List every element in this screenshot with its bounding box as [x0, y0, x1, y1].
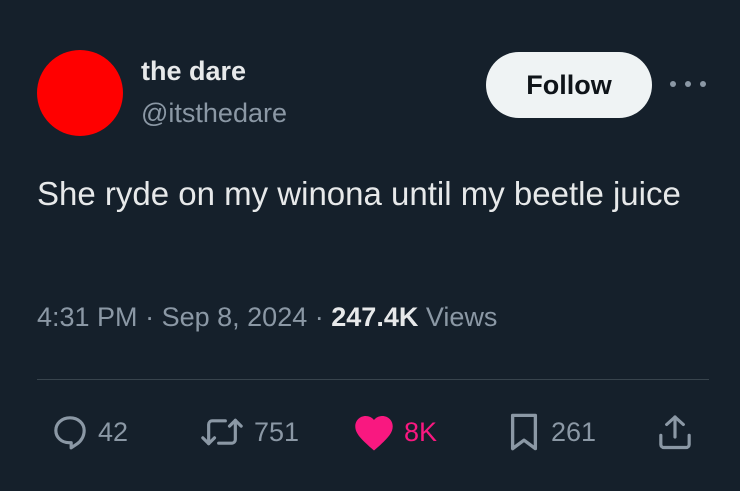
- tweet-text: She ryde on my winona until my beetle ju…: [37, 175, 681, 212]
- reply-button[interactable]: 42: [50, 410, 128, 454]
- divider: [37, 379, 709, 380]
- share-icon: [659, 415, 691, 450]
- follow-button[interactable]: Follow: [486, 52, 652, 118]
- tweet-meta: 4:31 PM · Sep 8, 2024 · 247.4K Views: [37, 302, 497, 333]
- author-name[interactable]: the dare: [141, 56, 246, 87]
- avatar[interactable]: [37, 50, 123, 136]
- author-handle[interactable]: @itsthedare: [141, 98, 287, 129]
- like-icon: [355, 416, 393, 451]
- share-button[interactable]: [655, 410, 695, 454]
- views-label: Views: [425, 302, 498, 332]
- like-button[interactable]: 8K: [352, 410, 437, 454]
- bookmark-button[interactable]: 261: [505, 410, 596, 454]
- repost-count: 751: [254, 416, 300, 447]
- tweet-date[interactable]: Sep 8, 2024: [162, 302, 308, 332]
- repost-icon: [201, 418, 243, 446]
- views-count: 247.4K: [331, 302, 419, 332]
- reply-count: 42: [98, 416, 129, 447]
- repost-button[interactable]: 751: [198, 410, 299, 454]
- meta-separator: ·: [145, 302, 155, 332]
- bookmark-icon: [510, 413, 538, 451]
- bookmark-count: 261: [551, 416, 597, 447]
- reply-icon: [54, 416, 86, 450]
- like-count: 8K: [404, 416, 438, 447]
- meta-separator: ·: [314, 302, 324, 332]
- tweet-time[interactable]: 4:31 PM: [37, 302, 138, 332]
- more-icon[interactable]: [670, 76, 706, 92]
